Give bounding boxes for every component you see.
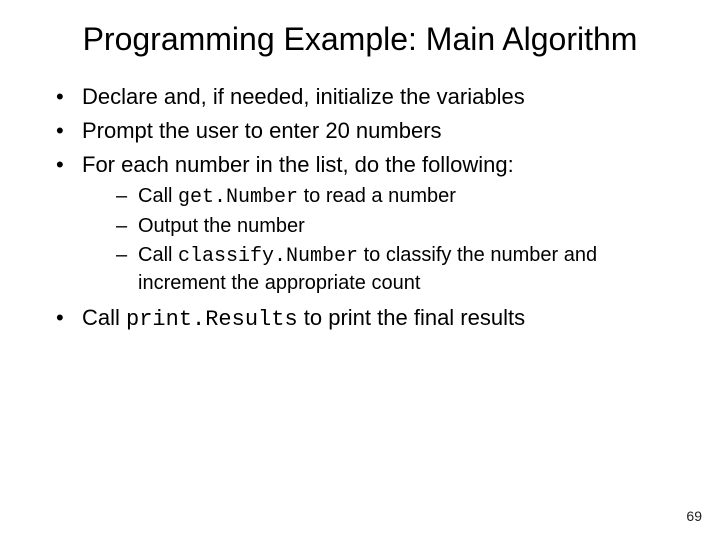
text: to print the final results: [298, 305, 525, 330]
bullet-item: Declare and, if needed, initialize the v…: [56, 82, 680, 112]
bullet-item: Call print.Results to print the final re…: [56, 303, 680, 335]
sub-bullet-item: Output the number: [116, 213, 680, 240]
bullet-list: Declare and, if needed, initialize the v…: [40, 82, 680, 335]
text: to read a number: [298, 185, 456, 207]
sub-bullet-item: Call classify.Number to classify the num…: [116, 242, 680, 297]
page-number: 69: [686, 508, 702, 524]
code-text: print.Results: [126, 307, 298, 332]
code-text: classify.Number: [178, 245, 358, 268]
text: Call: [138, 185, 178, 207]
bullet-item: For each number in the list, do the foll…: [56, 150, 680, 298]
bullet-text: For each number in the list, do the foll…: [82, 152, 514, 177]
sub-bullet-list: Call get.Number to read a number Output …: [82, 183, 680, 297]
bullet-item: Prompt the user to enter 20 numbers: [56, 116, 680, 146]
sub-bullet-item: Call get.Number to read a number: [116, 183, 680, 211]
slide-title: Programming Example: Main Algorithm: [40, 20, 680, 58]
slide: Programming Example: Main Algorithm Decl…: [0, 0, 720, 540]
text: Call: [138, 244, 178, 266]
text: Call: [82, 305, 126, 330]
code-text: get.Number: [178, 186, 298, 209]
